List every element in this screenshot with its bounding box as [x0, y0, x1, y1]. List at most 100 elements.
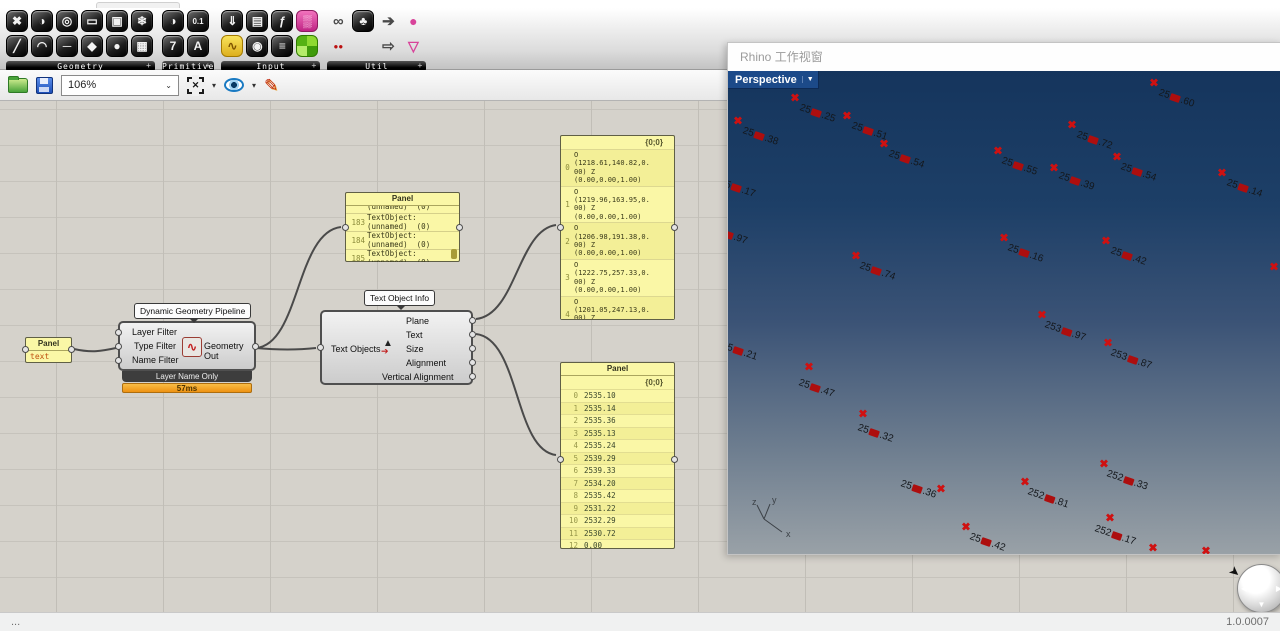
output-nub[interactable]	[469, 373, 476, 380]
panel-planes[interactable]: {0;0} 0O (1218.61,140.82,0. 00) Z (0.00,…	[560, 135, 675, 320]
text-object-info-icon: ▲ ➔	[381, 340, 397, 356]
viewport-tab-label: Perspective	[735, 74, 797, 86]
sphere-pink-icon[interactable]: ●	[402, 10, 424, 32]
input-nub[interactable]	[342, 224, 349, 231]
panel-text[interactable]: Panel text	[25, 337, 72, 363]
script-icon[interactable]: ƒ	[271, 10, 293, 32]
output-nub[interactable]	[469, 317, 476, 324]
runtime-bar: 57ms	[122, 383, 252, 393]
group-expand-icon[interactable]: +	[146, 61, 152, 70]
sphere-hex-icon[interactable]: ●	[106, 35, 128, 57]
x-hex-icon[interactable]: ✖	[6, 10, 28, 32]
panel-textobjects[interactable]: Panel (unnamed) (0)183TextObject: (unnam…	[345, 192, 460, 262]
panel-content[interactable]: text	[26, 351, 71, 361]
output-nub[interactable]	[456, 224, 463, 231]
input-nub[interactable]	[557, 456, 564, 463]
graph-icon[interactable]: ∿	[221, 35, 243, 57]
component-dynamic-geometry-pipeline[interactable]: Dynamic Geometry Pipeline Layer Filter T…	[118, 321, 256, 371]
preview-dropdown-caret-icon[interactable]: ▾	[252, 81, 256, 90]
plane-hex-icon[interactable]: ▭	[81, 10, 103, 32]
mesh-hex-icon[interactable]: ▦	[131, 35, 153, 57]
input-nub[interactable]	[115, 343, 122, 350]
value-list-item: 62539.33	[561, 464, 674, 477]
combobox-caret-icon[interactable]: ⌄	[165, 81, 172, 90]
perspective-viewport[interactable]: Perspective ▼ ✖✖✖✖✖✖✖✖✖✖✖✖✖✖✖✖✖✖✖✖✖✖✖✖✖✖…	[728, 71, 1280, 554]
tree-icon[interactable]: ♣	[352, 10, 374, 32]
zoom-extents-icon[interactable]: ✕	[187, 77, 204, 94]
navigation-trackball[interactable]: ▲ ▼ ◀ ▶ ➤	[1237, 564, 1280, 613]
component-text-object-info[interactable]: Text Object Info Text Objects ▲ ➔ Plane …	[320, 310, 473, 385]
point-elevation-label: 25.74	[858, 260, 897, 282]
disc-hex-icon[interactable]: ◑	[31, 10, 53, 32]
point-cross-marker: ✖	[1067, 121, 1076, 132]
input-nub[interactable]	[557, 224, 564, 231]
input-nub[interactable]	[22, 346, 29, 353]
snowflake-hex-icon[interactable]: ❄	[131, 10, 153, 32]
flask-icon[interactable]: ▽	[402, 35, 424, 57]
plane-list-item: 2O (1206.98,191.38,0. 00) Z (0.00,0.00,1…	[561, 222, 674, 259]
point-cross-marker: ✖	[1217, 169, 1226, 180]
group-expand-icon[interactable]: +	[312, 61, 318, 70]
list-item: 184TextObject: (unnamed) (0)	[346, 231, 459, 249]
arrow-dark-icon[interactable]: ➔	[377, 10, 399, 32]
output-nub[interactable]	[469, 345, 476, 352]
point-elevation-label: 252.17	[1093, 523, 1137, 547]
knob-icon[interactable]: ◉	[246, 35, 268, 57]
input-nub[interactable]	[115, 329, 122, 336]
arrow-light-icon[interactable]: ⇨	[377, 35, 399, 57]
output-nub[interactable]	[469, 331, 476, 338]
output-nub[interactable]	[469, 359, 476, 366]
preview-eye-icon[interactable]	[224, 78, 244, 92]
list-icon[interactable]: ≡	[271, 35, 293, 57]
output-nub[interactable]	[671, 456, 678, 463]
pipeline-mode-bar[interactable]: Layer Name Only	[122, 371, 252, 382]
input-label: Type Filter	[134, 341, 176, 351]
trackball-up-arrow-icon: ▲	[1258, 568, 1266, 576]
color-swatch-icon[interactable]	[296, 35, 318, 57]
open-file-icon[interactable]	[8, 78, 28, 93]
value-list-item: 02535.10	[561, 389, 674, 402]
toolbar-groups: ✖◑◎▭▣❄╱◠─◆●▦Geometry+◑0.17APrimitive+⇓▤ƒ…	[6, 10, 426, 72]
input-nub[interactable]	[317, 344, 324, 351]
save-file-icon[interactable]	[36, 77, 53, 94]
diamond-hex-icon[interactable]: ◆	[81, 35, 103, 57]
zoom-dropdown-caret-icon[interactable]: ▾	[212, 81, 216, 90]
glasses-icon[interactable]: ∞	[327, 10, 349, 32]
group-expand-icon[interactable]: +	[206, 61, 212, 70]
output-nub[interactable]	[68, 346, 75, 353]
ellipse-hex-icon[interactable]: ◎	[56, 10, 78, 32]
decimal-icon[interactable]: 0.1	[187, 10, 209, 32]
rhino-viewport-window[interactable]: Rhino 工作视窗 Perspective ▼ ✖✖✖✖✖✖✖✖✖✖✖✖✖✖✖…	[727, 42, 1280, 555]
input-nub[interactable]	[115, 357, 122, 364]
output-nub[interactable]	[252, 343, 259, 350]
data-path-header: {0;0}	[561, 376, 674, 389]
viewport-tab-caret-icon[interactable]: ▼	[802, 76, 814, 83]
viewport-tab-perspective[interactable]: Perspective ▼	[728, 71, 819, 89]
sketch-pen-icon[interactable]: ✎	[264, 77, 278, 94]
scroll-nub[interactable]	[451, 249, 457, 259]
point-elevation-label: 25.51	[850, 120, 889, 142]
half-disc-icon[interactable]: ◑	[162, 10, 184, 32]
integer-icon[interactable]: 7	[162, 35, 184, 57]
gradient-icon[interactable]: ▒	[296, 10, 318, 32]
toggle-icon[interactable]: ▤	[246, 10, 268, 32]
panel-title: Panel	[346, 193, 459, 206]
status-version: 1.0.0007	[1226, 616, 1269, 628]
output-label: Alignment	[406, 358, 446, 368]
slider-icon[interactable]: ⇓	[221, 10, 243, 32]
segment-hex-icon[interactable]: ─	[56, 35, 78, 57]
point-elevation-label: 25.36	[899, 478, 938, 500]
toolbar-group-primitive: ◑0.17APrimitive+	[162, 10, 214, 72]
group-expand-icon[interactable]: +	[418, 61, 424, 70]
line-hex-icon[interactable]: ╱	[6, 35, 28, 57]
output-nub[interactable]	[671, 224, 678, 231]
cherries-icon[interactable]: ●●	[327, 35, 349, 57]
rhino-window-title[interactable]: Rhino 工作视窗	[728, 43, 1280, 71]
zoom-level-combobox[interactable]: 106% ⌄	[61, 75, 179, 96]
box-hex-icon[interactable]: ▣	[106, 10, 128, 32]
value-list-item: 82535.42	[561, 489, 674, 502]
panel-values[interactable]: Panel {0;0} 02535.1012535.1422535.363253…	[560, 362, 675, 549]
arc-hex-icon[interactable]: ◠	[31, 35, 53, 57]
point-elevation-label: 253.97	[1043, 319, 1087, 343]
letter-a-icon[interactable]: A	[187, 35, 209, 57]
